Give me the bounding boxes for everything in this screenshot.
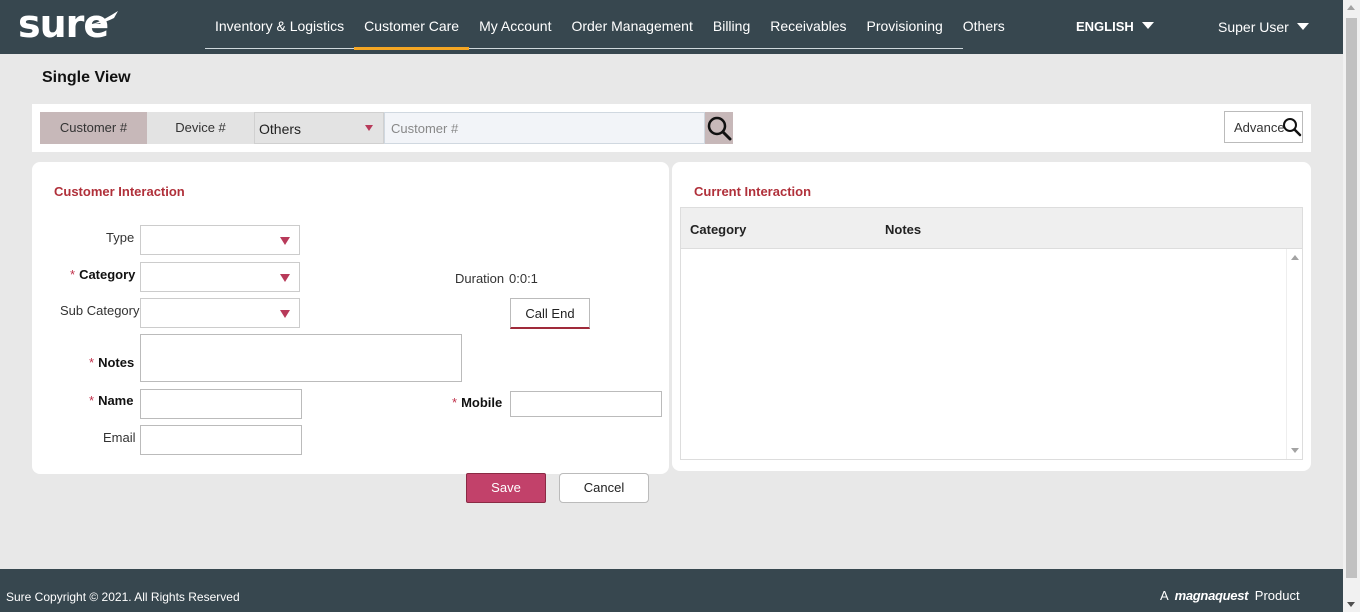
search-type-value: Others [259, 121, 302, 137]
column-header-notes[interactable]: Notes [885, 222, 921, 237]
product-credit: A magnaquest Product [1160, 588, 1300, 603]
nav-item-billing[interactable]: Billing [703, 0, 760, 49]
tab-device-number[interactable]: Device # [147, 112, 254, 144]
name-label-wrap: * Name [89, 393, 133, 408]
grid-scrollbar[interactable] [1286, 249, 1302, 459]
duration-label: Duration [455, 271, 505, 286]
advance-search-button[interactable]: Advance [1224, 111, 1303, 143]
language-label: ENGLISH [1076, 19, 1134, 34]
current-interaction-panel: Current Interaction Category Notes [672, 162, 1311, 471]
user-name: Super User [1218, 19, 1289, 35]
nav-item-customer-care[interactable]: Customer Care [354, 0, 470, 50]
current-interaction-grid: Category Notes [680, 207, 1303, 460]
main-nav: Inventory & Logistics Customer Care My A… [205, 0, 1005, 50]
product-suffix: Product [1254, 588, 1300, 603]
search-type-select[interactable]: Others [254, 112, 384, 144]
page-title: Single View [42, 69, 131, 86]
category-dropdown[interactable] [140, 262, 300, 292]
language-selector[interactable]: ENGLISH [1076, 19, 1154, 34]
nav-item-inventory-logistics[interactable]: Inventory & Logistics [205, 0, 354, 49]
scroll-up-arrow-icon[interactable] [1347, 5, 1355, 10]
copyright-text: Sure Copyright © 2021. All Rights Reserv… [6, 590, 240, 604]
sub-category-dropdown[interactable] [140, 298, 300, 328]
logo-swoosh-icon [92, 11, 118, 24]
nav-item-receivables[interactable]: Receivables [760, 0, 856, 49]
dropdown-arrow-icon [280, 310, 290, 318]
search-icon [1283, 118, 1302, 137]
scroll-down-arrow-icon[interactable] [1291, 448, 1299, 453]
nav-item-my-account[interactable]: My Account [469, 0, 561, 49]
nav-item-provisioning[interactable]: Provisioning [857, 0, 953, 49]
customer-interaction-panel: Customer Interaction Type * Category Sub … [32, 162, 669, 474]
mobile-field[interactable] [510, 391, 662, 417]
sub-category-label: Sub Category [60, 303, 140, 318]
chevron-down-icon [1296, 22, 1309, 30]
customer-search-input[interactable] [384, 112, 705, 144]
dropdown-arrow-icon [280, 274, 290, 282]
search-bar: Customer # Device # Others Advance [32, 104, 1311, 152]
current-interaction-heading: Current Interaction [694, 184, 812, 199]
scroll-up-arrow-icon[interactable] [1291, 255, 1299, 260]
dropdown-arrow-icon [365, 125, 373, 131]
scroll-down-arrow-icon[interactable] [1347, 602, 1355, 607]
notes-label-wrap: * Notes [89, 355, 134, 370]
name-label: Name [98, 393, 134, 408]
nav-item-order-management[interactable]: Order Management [561, 0, 702, 49]
mobile-label: Mobile [461, 395, 503, 410]
user-menu[interactable]: Super User [1218, 19, 1309, 35]
page-scrollbar[interactable] [1343, 0, 1360, 612]
call-end-button[interactable]: Call End [510, 298, 590, 329]
nav-item-others[interactable]: Others [953, 0, 1015, 49]
required-mark: * [452, 395, 458, 410]
required-mark: * [89, 355, 95, 370]
customer-interaction-heading: Customer Interaction [54, 184, 185, 199]
required-mark: * [70, 267, 76, 282]
category-label-wrap: * Category [70, 267, 135, 282]
notes-label: Notes [98, 355, 135, 370]
name-field[interactable] [140, 389, 302, 419]
dropdown-arrow-icon [280, 237, 290, 245]
sure-logo[interactable]: sure [18, 2, 122, 46]
required-mark: * [89, 393, 95, 408]
mobile-label-wrap: * Mobile [452, 395, 502, 410]
footer: Sure Copyright © 2021. All Rights Reserv… [0, 569, 1343, 612]
chevron-down-icon [1141, 22, 1154, 30]
notes-textarea[interactable] [140, 334, 462, 382]
grid-header: Category Notes [681, 208, 1302, 249]
column-header-category[interactable]: Category [690, 222, 746, 237]
magnaquest-logo: magnaquest [1174, 588, 1249, 603]
product-prefix: A [1160, 588, 1168, 603]
category-label: Category [79, 267, 136, 282]
search-button[interactable] [705, 112, 733, 144]
advance-label: Advance [1234, 120, 1285, 135]
email-label: Email [103, 430, 136, 445]
cancel-button[interactable]: Cancel [559, 473, 649, 503]
email-field[interactable] [140, 425, 302, 455]
search-icon [707, 116, 732, 141]
type-dropdown[interactable] [140, 225, 300, 255]
scrollbar-thumb[interactable] [1346, 18, 1357, 578]
duration-value: 0:0:1 [509, 271, 538, 286]
tab-customer-number[interactable]: Customer # [40, 112, 147, 144]
top-navbar: sure Inventory & Logistics Customer Care… [0, 0, 1343, 54]
save-button[interactable]: Save [466, 473, 546, 503]
type-label: Type [106, 230, 135, 245]
